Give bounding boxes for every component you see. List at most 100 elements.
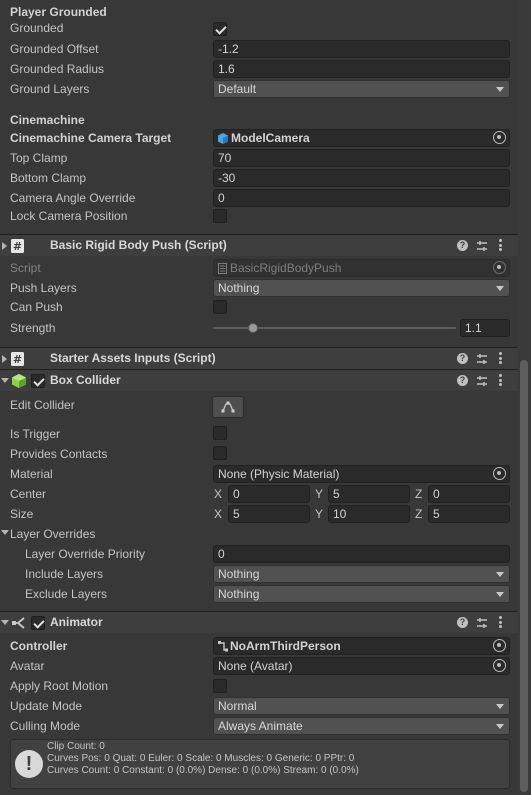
center-y-field[interactable]: 5: [328, 485, 410, 503]
exclude-layers-value: Nothing: [218, 587, 260, 601]
update-mode-value: Normal: [218, 699, 257, 713]
update-mode-label: Update Mode: [10, 699, 83, 713]
object-picker-icon[interactable]: [493, 131, 506, 144]
chevron-down-icon: [496, 87, 504, 92]
grounded-offset-label: Grounded Offset: [10, 42, 99, 56]
foldout-arrow-icon[interactable]: [1, 378, 9, 383]
box-collider-title: Box Collider: [50, 373, 121, 387]
include-layers-dropdown[interactable]: Nothing: [213, 565, 510, 583]
component-header-starter-inputs[interactable]: # Starter Assets Inputs (Script) ?: [0, 347, 518, 369]
center-x-axis-label: X: [214, 487, 223, 501]
angle-override-label: Camera Angle Override: [10, 191, 136, 205]
size-y-axis-label: Y: [315, 507, 324, 521]
top-clamp-label: Top Clamp: [10, 151, 68, 165]
strength-slider[interactable]: [213, 319, 456, 337]
camera-target-label: Cinemachine Camera Target: [10, 131, 172, 145]
controller-label: Controller: [10, 639, 68, 653]
can-push-checkbox[interactable]: [213, 300, 227, 314]
slider-thumb[interactable]: [248, 323, 258, 333]
help-icon[interactable]: ?: [457, 240, 468, 251]
grounded-checkbox[interactable]: [213, 22, 227, 36]
culling-mode-dropdown[interactable]: Always Animate: [213, 717, 510, 735]
script-value: BasicRigidBodyPush: [230, 261, 342, 275]
size-z-axis-label: Z: [415, 507, 423, 521]
center-z-field[interactable]: 0: [428, 485, 510, 503]
top-clamp-field[interactable]: 70: [213, 149, 510, 167]
override-priority-label: Layer Override Priority: [25, 547, 146, 561]
info-line: Curves Count: 0 Constant: 0 (0.0%) Dense…: [47, 765, 359, 776]
push-layers-value: Nothing: [218, 281, 260, 295]
foldout-arrow-icon[interactable]: [2, 355, 7, 363]
bottom-clamp-field[interactable]: -30: [213, 169, 510, 187]
section-player-grounded: Player Grounded: [10, 5, 107, 19]
presets-icon[interactable]: [476, 353, 488, 365]
object-picker-icon[interactable]: [493, 639, 506, 652]
component-header-rigid-push[interactable]: # Basic Rigid Body Push (Script) ?: [0, 234, 518, 256]
push-layers-dropdown[interactable]: Nothing: [213, 279, 510, 297]
scrollbar-thumb[interactable]: [520, 360, 528, 792]
grounded-label: Grounded: [10, 21, 64, 35]
help-icon[interactable]: ?: [457, 375, 468, 386]
is-trigger-checkbox[interactable]: [213, 426, 227, 440]
ground-layers-label: Ground Layers: [10, 82, 90, 96]
controller-value: NoArmThirdPerson: [230, 639, 341, 653]
size-y-field[interactable]: 10: [328, 505, 410, 523]
help-icon[interactable]: ?: [457, 617, 468, 628]
component-header-box-collider[interactable]: Box Collider ?: [0, 369, 518, 391]
lock-camera-checkbox[interactable]: [213, 209, 227, 223]
box-collider-enabled-checkbox[interactable]: [31, 374, 45, 388]
animator-controller-icon: [218, 641, 228, 652]
ground-layers-dropdown[interactable]: Default: [213, 80, 510, 98]
size-z-field[interactable]: 5: [428, 505, 510, 523]
provides-contacts-checkbox[interactable]: [213, 446, 227, 460]
presets-icon[interactable]: [476, 375, 488, 387]
kebab-menu-icon[interactable]: [499, 239, 503, 253]
kebab-menu-icon[interactable]: [499, 616, 503, 630]
edit-collider-label: Edit Collider: [10, 398, 75, 412]
presets-icon[interactable]: [476, 240, 488, 252]
avatar-field[interactable]: None (Avatar): [213, 657, 510, 675]
animator-enabled-checkbox[interactable]: [31, 616, 45, 630]
section-cinemachine: Cinemachine: [10, 113, 85, 127]
exclude-layers-dropdown[interactable]: Nothing: [213, 585, 510, 603]
camera-target-value: ModelCamera: [231, 131, 310, 145]
kebab-menu-icon[interactable]: [499, 352, 503, 366]
camera-target-field[interactable]: ModelCamera: [213, 129, 510, 147]
material-field[interactable]: None (Physic Material): [213, 465, 510, 483]
controller-field[interactable]: NoArmThirdPerson: [213, 637, 510, 655]
center-x-field[interactable]: 0: [228, 485, 310, 503]
grounded-radius-field[interactable]: 1.6: [213, 60, 510, 78]
component-header-animator[interactable]: Animator ?: [0, 611, 518, 633]
foldout-arrow-icon[interactable]: [2, 242, 7, 250]
bottom-clamp-label: Bottom Clamp: [10, 171, 87, 185]
culling-mode-label: Culling Mode: [10, 719, 81, 733]
angle-override-field[interactable]: 0: [213, 189, 510, 207]
object-picker-icon[interactable]: [493, 467, 506, 480]
script-icon-glyph: #: [13, 240, 22, 253]
lock-camera-label: Lock Camera Position: [10, 209, 128, 223]
info-line: Curves Pos: 0 Quat: 0 Euler: 0 Scale: 0 …: [47, 753, 355, 764]
grounded-offset-field[interactable]: -1.2: [213, 40, 510, 58]
avatar-value: None (Avatar): [218, 659, 293, 673]
update-mode-dropdown[interactable]: Normal: [213, 697, 510, 715]
foldout-arrow-icon[interactable]: [1, 620, 9, 625]
layer-overrides-foldout-icon[interactable]: [1, 530, 9, 535]
ground-layers-value: Default: [218, 82, 257, 96]
edit-collider-button[interactable]: [212, 396, 244, 418]
size-x-field[interactable]: 5: [228, 505, 310, 523]
root-motion-checkbox[interactable]: [213, 679, 227, 693]
box-collider-icon: [12, 374, 26, 388]
strength-field[interactable]: 1.1: [460, 319, 510, 337]
layer-overrides-label[interactable]: Layer Overrides: [10, 527, 95, 541]
override-priority-field[interactable]: 0: [213, 545, 510, 563]
object-picker-icon[interactable]: [493, 659, 506, 672]
presets-icon[interactable]: [476, 617, 488, 629]
size-x-axis-label: X: [214, 507, 223, 521]
rigid-push-title: Basic Rigid Body Push (Script): [50, 238, 227, 252]
size-label: Size: [10, 507, 34, 521]
animator-icon: [12, 617, 25, 629]
center-z-axis-label: Z: [415, 487, 423, 501]
help-icon[interactable]: ?: [457, 353, 468, 364]
push-layers-label: Push Layers: [10, 281, 77, 295]
kebab-menu-icon[interactable]: [499, 374, 503, 388]
